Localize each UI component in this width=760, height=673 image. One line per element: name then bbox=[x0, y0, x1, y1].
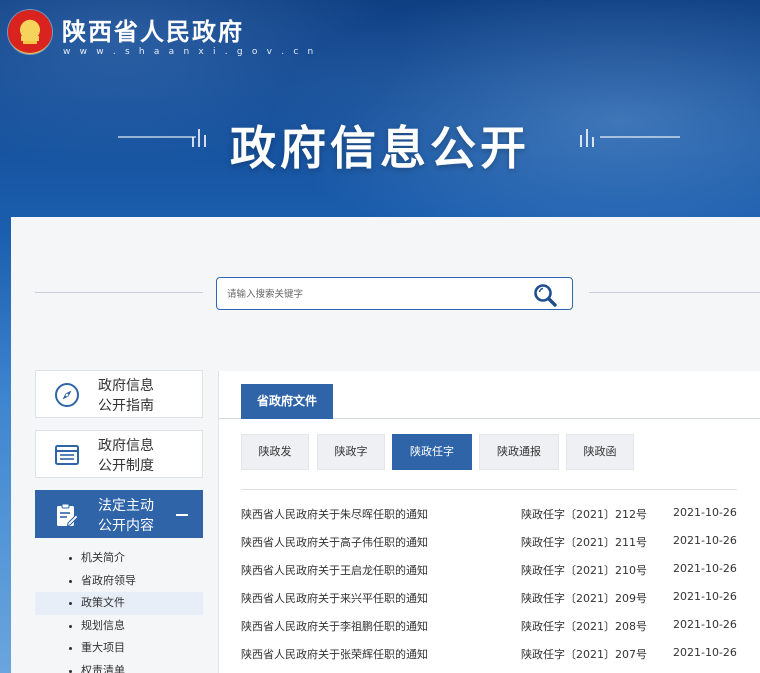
row-doc-number: 陕政任字〔2021〕208号 bbox=[521, 620, 647, 633]
sidebar-sub-list: 机关简介 省政府领导 政策文件 规划信息 重大项目 权责清单 bbox=[35, 547, 203, 673]
collapse-icon[interactable] bbox=[176, 514, 188, 516]
national-emblem-icon[interactable] bbox=[8, 10, 52, 54]
row-doc-number: 陕政任字〔2021〕212号 bbox=[521, 508, 647, 521]
tab-provincial-documents[interactable]: 省政府文件 bbox=[241, 384, 333, 419]
row-date: 2021-10-26 bbox=[673, 534, 737, 547]
search-box[interactable] bbox=[216, 277, 573, 310]
row-date: 2021-10-26 bbox=[673, 506, 737, 519]
sidebar-card-guide[interactable]: 政府信息 公开指南 bbox=[35, 370, 203, 418]
row-title-link[interactable]: 陕西省人民政府关于朱尽晖任职的通知 bbox=[241, 506, 428, 522]
subtab-shaanzhenghan[interactable]: 陕政函 bbox=[566, 434, 634, 470]
sidebar-sub-item[interactable]: 权责清单 bbox=[35, 660, 203, 673]
table-row[interactable]: 陕西省人民政府关于张荣辉任职的通知 陕政任字〔2021〕207号 2021-10… bbox=[241, 640, 741, 668]
table-row[interactable]: 陕西省人民政府关于朱尽晖任职的通知 陕政任字〔2021〕212号 2021-10… bbox=[241, 500, 741, 528]
search-left-rule bbox=[35, 292, 203, 293]
row-doc-number: 陕政任字〔2021〕210号 bbox=[521, 564, 647, 577]
sidebar-sub-item[interactable]: 规划信息 bbox=[35, 615, 203, 638]
table-row[interactable]: 陕西省人民政府关于高子伟任职的通知 陕政任字〔2021〕211号 2021-10… bbox=[241, 528, 741, 556]
list-divider bbox=[241, 489, 737, 490]
content-header: 省政府文件 bbox=[219, 371, 760, 419]
document-list-panel: 省政府文件 陕政发 陕政字 陕政任字 陕政通报 陕政函 陕西省人民政府关于朱尽晖… bbox=[218, 371, 760, 673]
row-doc-number: 陕政任字〔2021〕207号 bbox=[521, 648, 647, 661]
row-title-link[interactable]: 陕西省人民政府关于王启龙任职的通知 bbox=[241, 562, 428, 578]
subtab-shaanzhengfa[interactable]: 陕政发 bbox=[241, 434, 309, 470]
main-panel: 政府信息 公开指南 政府信息 公开制度 法定主动 公开内容 机关简介 省政府领导… bbox=[11, 217, 760, 673]
search-icon[interactable] bbox=[532, 282, 558, 308]
compass-icon bbox=[55, 383, 79, 407]
row-date: 2021-10-26 bbox=[673, 590, 737, 603]
search-right-rule bbox=[589, 292, 760, 293]
sidebar-card-label: 政府信息 公开制度 bbox=[98, 438, 154, 474]
sidebar-sub-item[interactable]: 省政府领导 bbox=[35, 570, 203, 593]
list-document-icon bbox=[55, 445, 79, 465]
sidebar-sub-item[interactable]: 重大项目 bbox=[35, 637, 203, 660]
site-title[interactable]: 陕西省人民政府 bbox=[62, 12, 244, 47]
row-title-link[interactable]: 陕西省人民政府关于来兴平任职的通知 bbox=[241, 590, 428, 606]
sidebar-card-statutory[interactable]: 法定主动 公开内容 bbox=[35, 490, 203, 538]
table-row[interactable]: 陕西省人民政府关于来兴平任职的通知 陕政任字〔2021〕209号 2021-10… bbox=[241, 584, 741, 612]
sidebar-sub-item[interactable]: 机关简介 bbox=[35, 547, 203, 570]
row-doc-number: 陕政任字〔2021〕209号 bbox=[521, 592, 647, 605]
row-date: 2021-10-26 bbox=[673, 618, 737, 631]
row-date: 2021-10-26 bbox=[673, 646, 737, 659]
sidebar-sub-item-current[interactable]: 政策文件 bbox=[35, 592, 203, 615]
clipboard-edit-icon bbox=[57, 503, 79, 527]
table-row[interactable]: 陕西省人民政府关于李祖鹏任职的通知 陕政任字〔2021〕208号 2021-10… bbox=[241, 612, 741, 640]
row-title-link[interactable]: 陕西省人民政府关于张荣辉任职的通知 bbox=[241, 646, 428, 662]
subtab-shaanzhengzi[interactable]: 陕政字 bbox=[317, 434, 385, 470]
sidebar-card-label: 法定主动 公开内容 bbox=[98, 498, 154, 534]
row-title-link[interactable]: 陕西省人民政府关于李祖鹏任职的通知 bbox=[241, 618, 428, 634]
search-input[interactable] bbox=[227, 284, 517, 304]
subtab-shaanzhengrenzi[interactable]: 陕政任字 bbox=[392, 434, 472, 470]
row-date: 2021-10-26 bbox=[673, 562, 737, 575]
row-title-link[interactable]: 陕西省人民政府关于高子伟任职的通知 bbox=[241, 534, 428, 550]
table-row[interactable]: 陕西省人民政府关于王启龙任职的通知 陕政任字〔2021〕210号 2021-10… bbox=[241, 556, 741, 584]
sidebar-card-system[interactable]: 政府信息 公开制度 bbox=[35, 430, 203, 478]
sidebar-card-label: 政府信息 公开指南 bbox=[98, 378, 154, 414]
hero-title: 政府信息公开 bbox=[230, 121, 530, 175]
site-url: w w w . s h a a n x i . g o v . c n bbox=[63, 47, 317, 57]
row-doc-number: 陕政任字〔2021〕211号 bbox=[521, 536, 647, 549]
subtab-shaanzhengtongbao[interactable]: 陕政通报 bbox=[479, 434, 559, 470]
